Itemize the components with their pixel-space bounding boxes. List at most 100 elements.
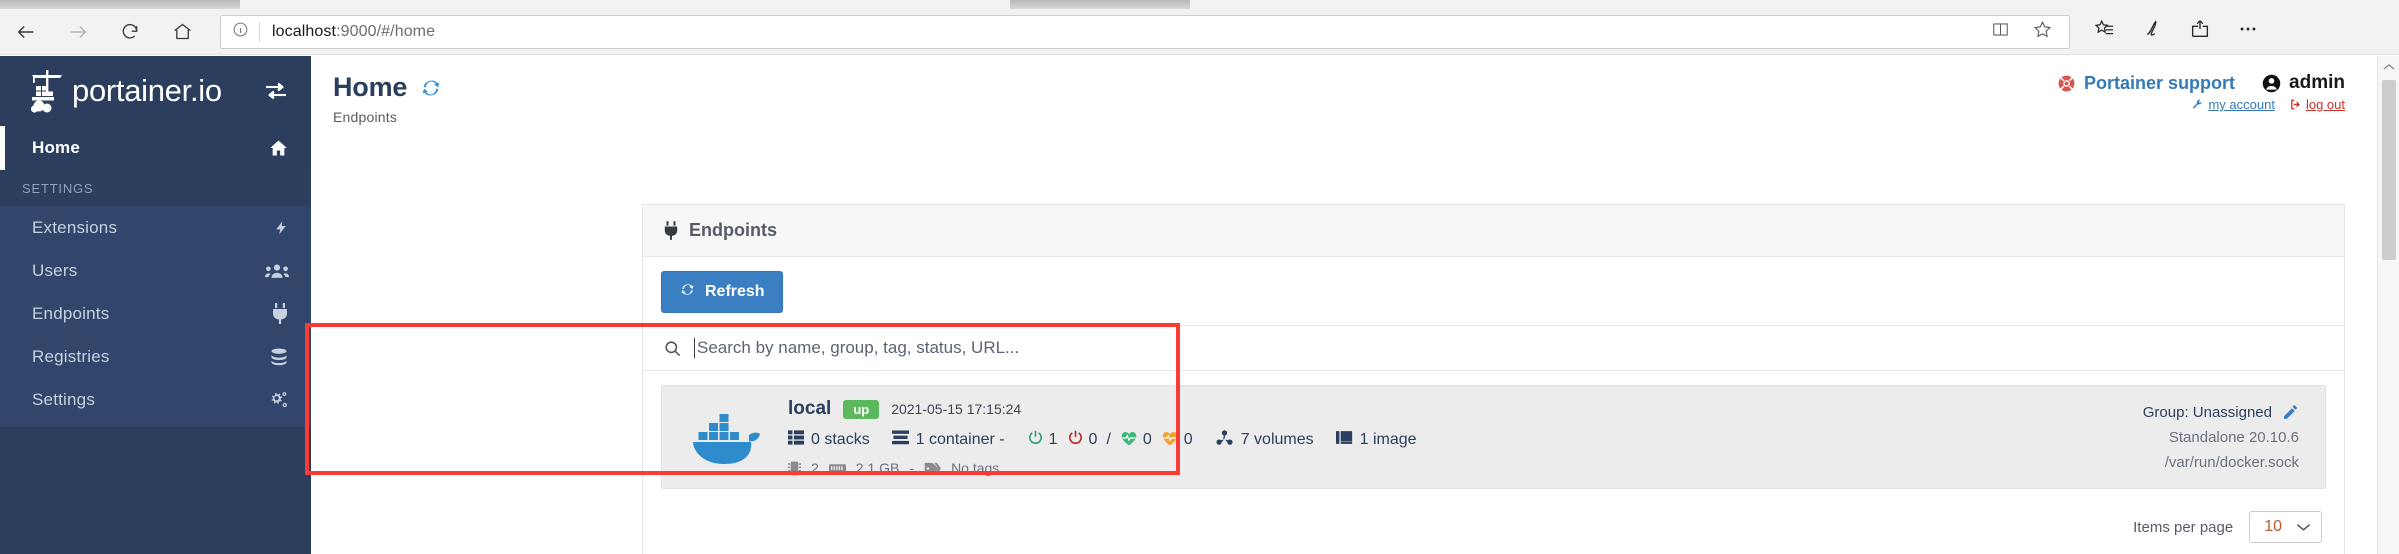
favorites-hub-button[interactable] xyxy=(2080,9,2128,55)
back-button[interactable] xyxy=(0,9,52,55)
my-account-link[interactable]: my account xyxy=(2191,97,2275,112)
site-info-button[interactable] xyxy=(221,21,259,43)
user-menu[interactable]: admin xyxy=(2261,72,2345,94)
ellipsis-icon xyxy=(2237,18,2259,45)
pencil-icon[interactable] xyxy=(2282,404,2299,421)
chevron-up-icon xyxy=(2382,58,2395,76)
volumes-value: 7 volumes xyxy=(1240,431,1314,448)
endpoint-timestamp: 2021-05-15 17:15:24 xyxy=(891,401,1022,417)
refresh-button[interactable]: Refresh xyxy=(661,271,783,313)
screen: localhost:9000/#/home portainer.io Home … xyxy=(0,0,2399,554)
stacks-icon xyxy=(788,430,804,450)
brand[interactable]: portainer.io xyxy=(0,56,311,126)
page-title-text: Home xyxy=(333,72,408,102)
plug-icon xyxy=(663,221,679,240)
database-icon xyxy=(269,347,289,367)
endpoint-card-local[interactable]: local up 2021-05-15 17:15:24 0 stacks 1 … xyxy=(661,385,2326,489)
collapse-sidebar-icon[interactable] xyxy=(263,80,289,102)
images-value: 1 image xyxy=(1359,431,1417,448)
address-bar[interactable]: localhost:9000/#/home xyxy=(220,14,2070,49)
endpoint-name: local xyxy=(788,398,832,419)
wrench-icon xyxy=(2191,98,2204,111)
url-path: :9000/#/home xyxy=(336,22,436,40)
containers-icon xyxy=(891,430,909,450)
unhealthy-count: 0 xyxy=(1183,431,1193,448)
scroll-up-button[interactable] xyxy=(2378,56,2399,78)
sidebar-item-home[interactable]: Home xyxy=(0,126,311,170)
items-per-page-select[interactable]: 10 xyxy=(2249,511,2322,543)
endpoint-resources-row: 2 2.1 GB - No tags xyxy=(788,460,2143,476)
bolt-icon xyxy=(273,218,289,238)
app-area: portainer.io Home SETTINGS Extensions Us… xyxy=(0,56,2399,554)
portainer-support-label: Portainer support xyxy=(2084,72,2236,93)
endpoint-stats-row: 0 stacks 1 container - 1 0 / 0 0 7 volum… xyxy=(788,429,2143,451)
my-account-label: my account xyxy=(2208,97,2275,112)
page-header: Home Endpoints Portainer support admin m… xyxy=(311,56,2399,125)
sidebar-item-label: Home xyxy=(32,138,81,157)
stopped-count: 0 xyxy=(1088,431,1098,448)
user-circle-icon xyxy=(2261,73,2282,94)
page-header-left: Home Endpoints xyxy=(333,72,443,125)
memory-value: 2.1 GB xyxy=(855,460,900,476)
search-input[interactable] xyxy=(694,338,1594,358)
portainer-support-link[interactable]: Portainer support xyxy=(2057,73,2235,94)
web-note-button[interactable] xyxy=(2128,9,2176,55)
share-button[interactable] xyxy=(2176,9,2224,55)
browser-toolbar: localhost:9000/#/home xyxy=(0,9,2399,55)
power-off-icon xyxy=(1067,429,1084,451)
panel-actions: Refresh xyxy=(643,257,2344,325)
healthy-containers: 0 xyxy=(1120,430,1152,451)
panel-footer: Items per page 10 xyxy=(643,499,2344,554)
more-button[interactable] xyxy=(2224,9,2272,55)
sidebar-item-label: Endpoints xyxy=(32,303,110,323)
sign-out-icon xyxy=(2289,98,2302,111)
stacks-value: 0 stacks xyxy=(811,431,870,448)
star-icon xyxy=(2032,19,2053,45)
omnibox-actions xyxy=(1979,16,2069,48)
home-button[interactable] xyxy=(156,9,208,55)
healthy-count: 0 xyxy=(1142,431,1152,448)
heartbeat-icon xyxy=(1120,430,1138,451)
chevron-down-icon xyxy=(2296,522,2311,532)
page-title: Home xyxy=(333,72,443,103)
info-icon xyxy=(232,21,249,43)
share-icon xyxy=(2189,18,2211,45)
sidebar-item-users[interactable]: Users xyxy=(0,249,311,292)
panel-title: Endpoints xyxy=(689,220,777,240)
tag-icon xyxy=(924,461,942,476)
endpoint-title-row: local up 2021-05-15 17:15:24 xyxy=(788,398,2143,420)
forward-arrow-icon xyxy=(67,21,89,43)
status-badge: up xyxy=(843,399,880,419)
browser-tab-strip[interactable] xyxy=(0,0,2399,9)
stacks-stat: 0 stacks xyxy=(788,430,870,450)
url-host: localhost xyxy=(272,22,337,40)
page-header-right: Portainer support admin my account log o… xyxy=(2057,72,2399,125)
volumes-stat: 7 volumes xyxy=(1215,429,1314,451)
sidebar-settings-list: Extensions Users Endpoints Registries Se… xyxy=(0,206,311,427)
refresh-icon[interactable] xyxy=(419,76,443,100)
page-scrollbar[interactable] xyxy=(2377,56,2399,554)
images-stat: 1 image xyxy=(1335,429,1417,451)
status-separator: / xyxy=(1106,431,1111,448)
sidebar-item-extensions[interactable]: Extensions xyxy=(0,206,311,249)
user-name: admin xyxy=(2289,72,2345,93)
sidebar-item-label: Users xyxy=(32,260,78,280)
sidebar-item-settings[interactable]: Settings xyxy=(0,378,311,421)
search-icon xyxy=(663,339,682,358)
cpu-icon xyxy=(788,461,801,476)
logout-link[interactable]: log out xyxy=(2289,97,2345,112)
sidebar-item-label: Settings xyxy=(32,389,96,409)
forward-button[interactable] xyxy=(52,9,104,55)
reload-icon xyxy=(120,22,140,42)
home-icon xyxy=(172,21,193,42)
life-ring-icon xyxy=(2057,74,2076,93)
browser-tab[interactable] xyxy=(1010,0,1190,9)
reload-button[interactable] xyxy=(104,9,156,55)
scrollbar-thumb[interactable] xyxy=(2382,80,2396,260)
sidebar-item-endpoints[interactable]: Endpoints xyxy=(0,292,311,335)
favorite-button[interactable] xyxy=(2021,16,2063,48)
images-icon xyxy=(1335,429,1353,451)
logout-label: log out xyxy=(2305,97,2345,112)
reading-view-button[interactable] xyxy=(1979,16,2021,48)
sidebar-item-registries[interactable]: Registries xyxy=(0,335,311,378)
